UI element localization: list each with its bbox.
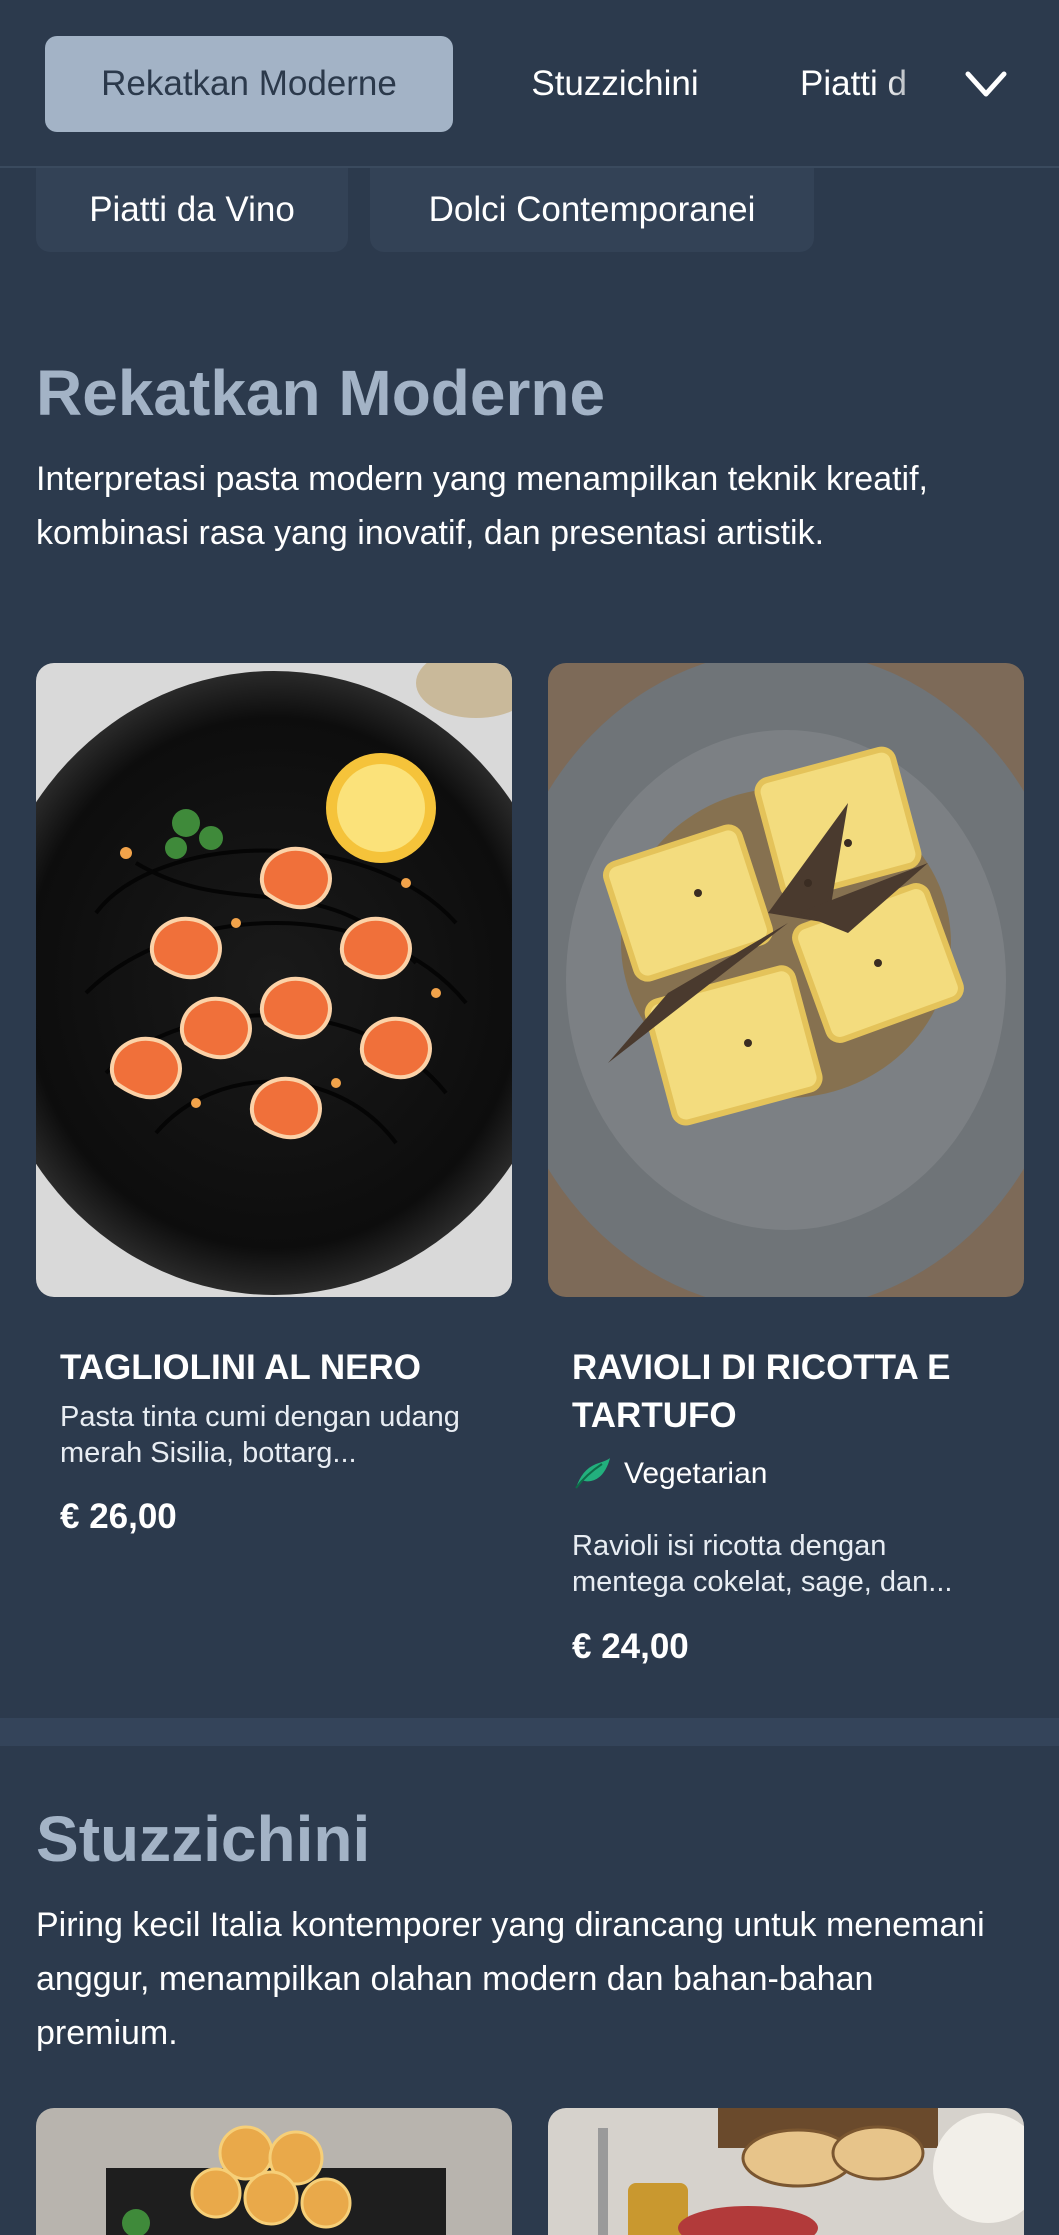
section-title: Stuzzichini — [36, 1803, 371, 1875]
section-description: Piring kecil Italia kontemporer yang dir… — [36, 1906, 985, 2052]
section-description: Interpretasi pasta modern yang menampilk… — [36, 460, 929, 552]
dish-description: Ravioli isi ricotta dengan mentega cokel… — [572, 1530, 953, 1598]
section-divider — [0, 1718, 1059, 1746]
dish-image-stuzzichini-1[interactable] — [36, 2108, 512, 2235]
vegetarian-icon — [575, 1458, 610, 1489]
tab-stuzzichini[interactable]: Stuzzichini — [470, 36, 760, 132]
tab-piatti-da-vino-pill[interactable]: Piatti da Vino — [36, 168, 348, 252]
dish-image-tagliolini[interactable] — [36, 663, 512, 1297]
dish-name: RAVIOLI DI RICOTTA E TARTUFO — [572, 1348, 951, 1435]
dish-name: TAGLIOLINI AL NERO — [60, 1348, 422, 1387]
dish-image-ravioli[interactable] — [548, 663, 1024, 1297]
vegetarian-label: Vegetarian — [624, 1457, 768, 1490]
dish-price: € 24,00 — [572, 1627, 689, 1666]
tab-rekatkan-moderne[interactable]: Rekatkan Moderne — [45, 36, 453, 132]
tab-dolci-contemporanei[interactable]: Dolci Contemporanei — [370, 168, 814, 252]
category-nav: Rekatkan Moderne Stuzzichini Piatti d — [0, 0, 1059, 168]
dish-image-stuzzichini-2[interactable] — [548, 2108, 1024, 2235]
dish-description: Pasta tinta cumi dengan udang merah Sisi… — [60, 1401, 460, 1469]
dish-price: € 26,00 — [60, 1497, 177, 1536]
section-title: Rekatkan Moderne — [36, 357, 606, 429]
vegetarian-badge: Vegetarian — [572, 1456, 767, 1492]
chevron-down-icon[interactable] — [962, 62, 1010, 106]
